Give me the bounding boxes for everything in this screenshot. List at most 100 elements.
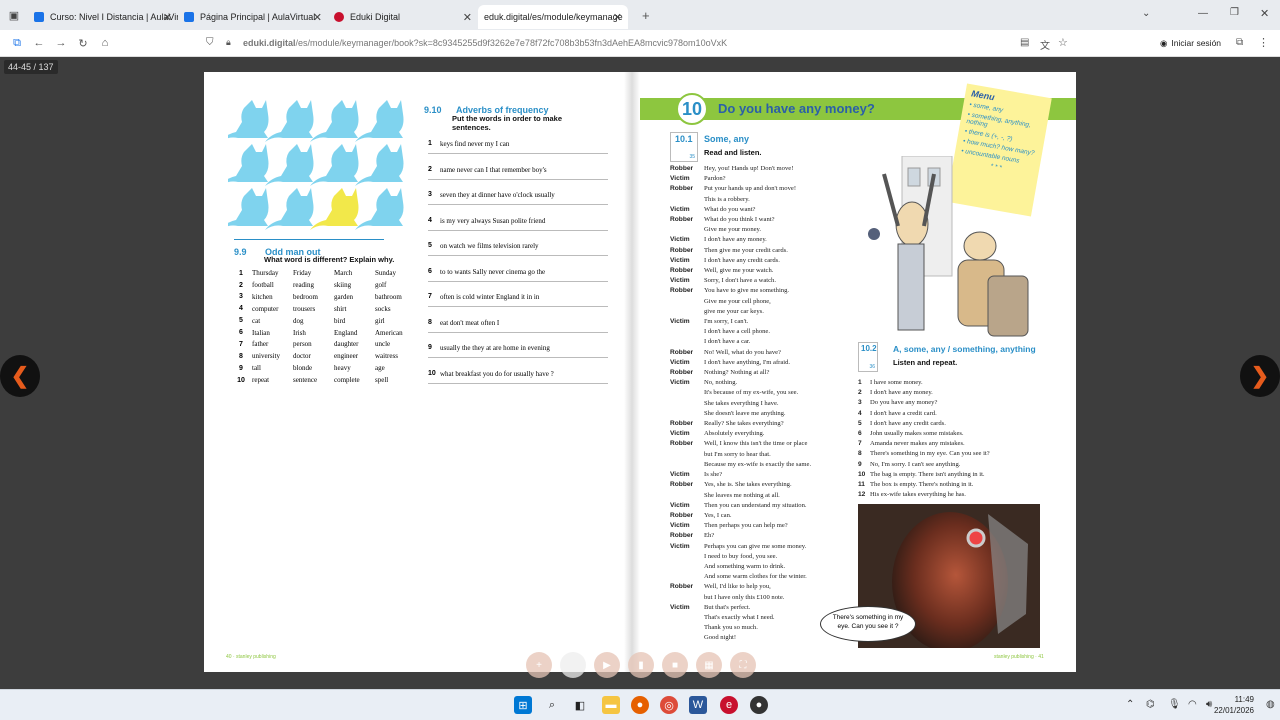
line-text: Nothing? Nothing at all? xyxy=(704,369,770,377)
line-text: No, nothing. xyxy=(704,379,738,387)
table-row: 6 Italian Irish England American xyxy=(234,327,416,339)
grid-button[interactable]: ▦ xyxy=(696,652,722,678)
close-icon[interactable]: ✕ xyxy=(463,11,472,24)
translate-icon[interactable]: 文 xyxy=(1040,37,1050,52)
media-app-icon[interactable]: ● xyxy=(750,696,768,714)
network-icon[interactable]: ⌬ xyxy=(1146,699,1155,710)
item-text: I don't have any money. xyxy=(870,389,933,397)
firefox-icon[interactable]: ● xyxy=(631,696,649,714)
wifi-icon[interactable]: ◠ xyxy=(1188,699,1197,710)
audio-button[interactable]: ▮ xyxy=(628,652,654,678)
system-clock[interactable]: 11:49 22/01/2026 xyxy=(1214,694,1254,716)
close-window-button[interactable]: ✕ xyxy=(1260,7,1269,20)
item-number: 12 xyxy=(858,491,866,499)
clock-time: 11:49 xyxy=(1234,695,1254,704)
play-button[interactable]: ▶ xyxy=(594,652,620,678)
row-number: 2 xyxy=(239,281,243,289)
line-text: Good night! xyxy=(704,634,737,642)
chevron-right-icon: ❯ xyxy=(1250,363,1270,388)
file-explorer-icon[interactable]: ▬ xyxy=(602,696,620,714)
word-cell: sentence xyxy=(293,376,318,385)
volume-icon[interactable]: 🔊︎ xyxy=(1206,699,1212,710)
audio-track-number: 36 xyxy=(869,364,875,370)
stop-button[interactable]: ■ xyxy=(662,652,688,678)
bookmark-star-icon[interactable]: ☆ xyxy=(1058,36,1068,49)
cat-icon xyxy=(228,188,269,227)
word-cell: blonde xyxy=(293,364,313,373)
search-icon[interactable]: ⌕ xyxy=(543,696,561,714)
prev-page-button[interactable]: ❮ xyxy=(0,355,40,397)
add-note-button[interactable]: + xyxy=(526,652,552,678)
speaker: Victim xyxy=(670,501,690,509)
fullscreen-icon: ⛶ xyxy=(739,659,747,671)
adverb-item: 5 on watch we films television rarely xyxy=(428,242,608,256)
minimize-button[interactable]: — xyxy=(1198,8,1208,19)
item-number: 4 xyxy=(428,216,432,224)
line-text: give me your car keys. xyxy=(704,307,764,315)
tab-overflow-chevron-icon[interactable]: ⌄ xyxy=(1142,8,1150,19)
word-cell: cat xyxy=(252,316,261,325)
blank-button[interactable] xyxy=(560,652,586,678)
word-icon[interactable]: W xyxy=(689,696,707,714)
cats-illustration xyxy=(228,100,404,230)
menu-icon[interactable]: ⋮ xyxy=(1258,36,1269,49)
extensions-icon[interactable]: ⧉ xyxy=(1236,37,1243,48)
speaker: Robber xyxy=(670,287,694,295)
tab-eduki[interactable]: Eduki Digital ✕ xyxy=(328,5,478,29)
notifications-icon[interactable]: ◍ xyxy=(1266,699,1275,710)
list-item: 5 I don't have any credit cards. xyxy=(858,419,990,429)
section-number: 9.9 xyxy=(234,247,247,257)
tab-aulavirtual-home[interactable]: Página Principal | AulaVirtual ✕ xyxy=(178,5,328,29)
dialogue-line: Robber Hey, you! Hands up! Don't move! xyxy=(670,164,811,174)
url-field[interactable]: eduki.digital/es/module/keymanager/book?… xyxy=(243,38,727,48)
dialogue-line: Robber Put your hands up and don't move! xyxy=(670,184,811,194)
reload-button[interactable]: ↻ xyxy=(72,37,94,50)
tab-list-icon[interactable]: ▣ xyxy=(0,9,28,22)
item-number: 10 xyxy=(428,369,436,377)
word-cell: girl xyxy=(375,316,385,325)
fullscreen-button[interactable]: ⛶ xyxy=(730,652,756,678)
next-page-button[interactable]: ❯ xyxy=(1240,355,1280,397)
line-text: Give me your money. xyxy=(704,226,762,234)
item-number: 2 xyxy=(428,165,432,173)
lock-icon[interactable]: 🔒︎ xyxy=(226,37,231,48)
unit-number: 10 xyxy=(676,93,708,125)
speaker: Robber xyxy=(670,369,694,377)
dialogue-line: Victim Is she? xyxy=(670,470,811,480)
section-number: 9.10 xyxy=(424,105,442,115)
row-number: 4 xyxy=(239,305,243,313)
tab-label: Página Principal | AulaVirtual xyxy=(200,12,316,22)
back-button[interactable]: ← xyxy=(28,37,50,49)
sidebar-toggle-icon[interactable]: ⧉ xyxy=(6,37,28,50)
new-tab-button[interactable]: + xyxy=(642,8,650,23)
close-icon[interactable]: ✕ xyxy=(313,11,322,24)
line-text: Because my ex-wife is exactly the same. xyxy=(704,460,812,468)
home-button[interactable]: ⌂ xyxy=(94,37,116,49)
left-page: 9.10 Adverbs of frequency Put the words … xyxy=(204,72,629,672)
tab-aulavirtual-course[interactable]: Curso: Nivel I Distancia | AulaVir ✕ xyxy=(28,5,178,29)
tab-eduk-keymanager[interactable]: eduk.digital/es/module/keymanage ✕ xyxy=(478,5,628,29)
word-cell: England xyxy=(334,328,358,337)
close-icon[interactable]: ✕ xyxy=(613,11,622,24)
forward-button[interactable]: → xyxy=(50,37,72,49)
shield-icon[interactable]: ⛉ xyxy=(206,37,214,48)
task-view-icon[interactable]: ◧ xyxy=(571,696,589,714)
windows-start-icon[interactable]: ⊞ xyxy=(514,696,532,714)
dialogue-line: This is a robbery. xyxy=(670,195,811,205)
tab-label: eduk.digital/es/module/keymanage xyxy=(484,12,623,22)
close-icon[interactable]: ✕ xyxy=(163,11,172,24)
adverbs-instruction: Put the words in order to make sentences… xyxy=(452,114,563,132)
line-text: Well, I know this isn't the time or plac… xyxy=(704,440,808,448)
cat-icon xyxy=(265,144,314,186)
row-number: 8 xyxy=(239,352,243,360)
eduki-app-icon[interactable]: e xyxy=(720,696,738,714)
maximize-button[interactable]: ❐ xyxy=(1230,7,1239,18)
signin-button[interactable]: ◉ Iniciar sesión xyxy=(1160,38,1221,49)
tray-chevron-icon[interactable]: ⌃ xyxy=(1126,699,1134,710)
chrome-icon[interactable]: ◎ xyxy=(660,696,678,714)
item-number: 10 xyxy=(858,470,866,478)
line-text: Then perhaps you can help me? xyxy=(704,522,788,530)
reader-view-icon[interactable]: ▤ xyxy=(1020,37,1029,48)
microphone-icon[interactable]: 🎙︎ xyxy=(1168,699,1181,710)
repeat-list: 1 I have some money. 2 I don't have any mon… xyxy=(858,378,990,500)
